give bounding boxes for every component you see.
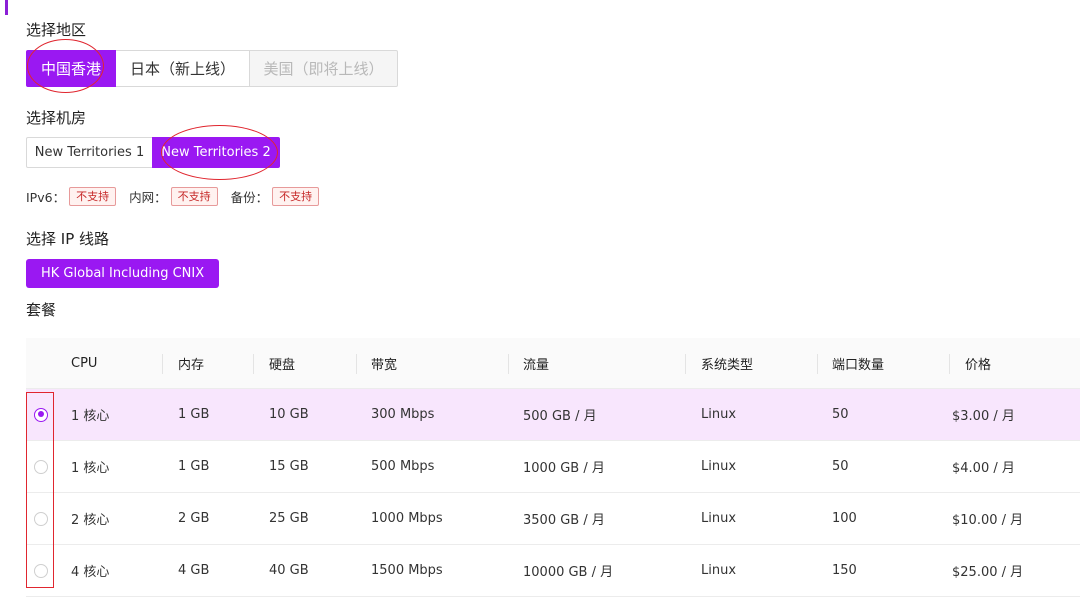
region-title: 选择地区 xyxy=(26,21,87,39)
plan-radio[interactable] xyxy=(34,407,48,422)
plan-radio[interactable] xyxy=(34,511,48,526)
datacenter-title: 选择机房 xyxy=(26,109,87,127)
feature-support-list: IPv6： 不支持 内网： 不支持 备份： 不支持 xyxy=(26,187,332,206)
column-header-os: 系统类型 xyxy=(701,357,754,373)
plan-row[interactable]: 4 核心 4 GB 40 GB 1500 Mbps 10000 GB / 月 L… xyxy=(26,545,1080,597)
plan-cpu: 1 核心 xyxy=(71,409,110,424)
column-header-memory: 内存 xyxy=(178,357,205,373)
plan-price: $3.00 / 月 xyxy=(952,409,1015,424)
plans-table: CPU 内存 硬盘 带宽 流量 系统类型 端口数量 价格 1 核心 1 GB 1… xyxy=(26,338,1080,597)
column-header-bandwidth: 带宽 xyxy=(371,357,398,373)
column-header-price: 价格 xyxy=(965,357,992,373)
plan-cpu: 4 核心 xyxy=(71,565,110,580)
plan-memory: 2 GB xyxy=(178,511,210,526)
plans-title: 套餐 xyxy=(26,301,57,319)
table-header: CPU 内存 硬盘 带宽 流量 系统类型 端口数量 价格 xyxy=(26,338,1080,389)
plan-memory: 1 GB xyxy=(178,459,210,474)
plan-radio[interactable] xyxy=(34,459,48,474)
region-selector: 中国香港 日本（新上线） 美国（即将上线） xyxy=(26,50,398,87)
column-divider xyxy=(356,354,357,374)
plan-bandwidth: 1500 Mbps xyxy=(371,563,443,578)
plan-traffic: 1000 GB / 月 xyxy=(523,461,605,476)
plan-traffic: 3500 GB / 月 xyxy=(523,513,605,528)
order-page: 选择地区 中国香港 日本（新上线） 美国（即将上线） 选择机房 New Terr… xyxy=(0,0,1080,610)
plan-ports: 100 xyxy=(832,511,857,526)
ip-line-title: 选择 IP 线路 xyxy=(26,230,110,248)
plan-os: Linux xyxy=(701,459,737,474)
left-accent-bar xyxy=(5,0,8,15)
plan-row[interactable]: 1 核心 1 GB 15 GB 500 Mbps 1000 GB / 月 Lin… xyxy=(26,441,1080,493)
plan-radio[interactable] xyxy=(34,563,48,578)
column-divider xyxy=(685,354,686,374)
plan-row[interactable]: 2 核心 2 GB 25 GB 1000 Mbps 3500 GB / 月 Li… xyxy=(26,493,1080,545)
column-header-cpu: CPU xyxy=(71,355,98,371)
plan-disk: 40 GB xyxy=(269,563,309,578)
region-option-japan[interactable]: 日本（新上线） xyxy=(115,50,250,87)
plan-traffic: 500 GB / 月 xyxy=(523,409,597,424)
region-option-usa[interactable]: 美国（即将上线） xyxy=(249,50,398,87)
plan-ports: 50 xyxy=(832,407,849,422)
column-divider xyxy=(949,354,950,374)
plan-bandwidth: 300 Mbps xyxy=(371,407,435,422)
plan-cpu: 2 核心 xyxy=(71,513,110,528)
column-divider xyxy=(253,354,254,374)
plan-os: Linux xyxy=(701,511,737,526)
plan-price: $10.00 / 月 xyxy=(952,513,1024,528)
datacenter-option-nt2[interactable]: New Territories 2 xyxy=(152,137,280,168)
plan-bandwidth: 1000 Mbps xyxy=(371,511,443,526)
plan-disk: 25 GB xyxy=(269,511,309,526)
plan-price: $4.00 / 月 xyxy=(952,461,1015,476)
ipv6-label: IPv6： xyxy=(26,190,66,205)
plan-os: Linux xyxy=(701,407,737,422)
plan-disk: 15 GB xyxy=(269,459,309,474)
plan-memory: 1 GB xyxy=(178,407,210,422)
plan-ports: 50 xyxy=(832,459,849,474)
column-header-ports: 端口数量 xyxy=(832,357,885,373)
datacenter-selector: New Territories 1 New Territories 2 xyxy=(26,137,280,168)
plan-row[interactable]: 1 核心 1 GB 10 GB 300 Mbps 500 GB / 月 Linu… xyxy=(26,389,1080,441)
backup-label: 备份： xyxy=(230,190,269,205)
column-divider xyxy=(162,354,163,374)
plan-os: Linux xyxy=(701,563,737,578)
plan-price: $25.00 / 月 xyxy=(952,565,1024,580)
datacenter-option-nt1[interactable]: New Territories 1 xyxy=(26,137,153,168)
column-divider xyxy=(817,354,818,374)
ipv6-status-badge: 不支持 xyxy=(69,187,117,206)
plan-cpu: 1 核心 xyxy=(71,461,110,476)
plan-traffic: 10000 GB / 月 xyxy=(523,565,614,580)
plan-bandwidth: 500 Mbps xyxy=(371,459,435,474)
plan-ports: 150 xyxy=(832,563,857,578)
backup-status-badge: 不支持 xyxy=(272,187,320,206)
column-header-disk: 硬盘 xyxy=(269,357,296,373)
intranet-label: 内网： xyxy=(129,190,167,205)
plan-memory: 4 GB xyxy=(178,563,210,578)
plan-disk: 10 GB xyxy=(269,407,309,422)
column-divider xyxy=(508,354,509,374)
ip-line-option[interactable]: HK Global Including CNIX xyxy=(26,259,220,288)
column-header-traffic: 流量 xyxy=(523,357,550,373)
region-option-hongkong[interactable]: 中国香港 xyxy=(26,50,116,87)
intranet-status-badge: 不支持 xyxy=(170,187,218,206)
